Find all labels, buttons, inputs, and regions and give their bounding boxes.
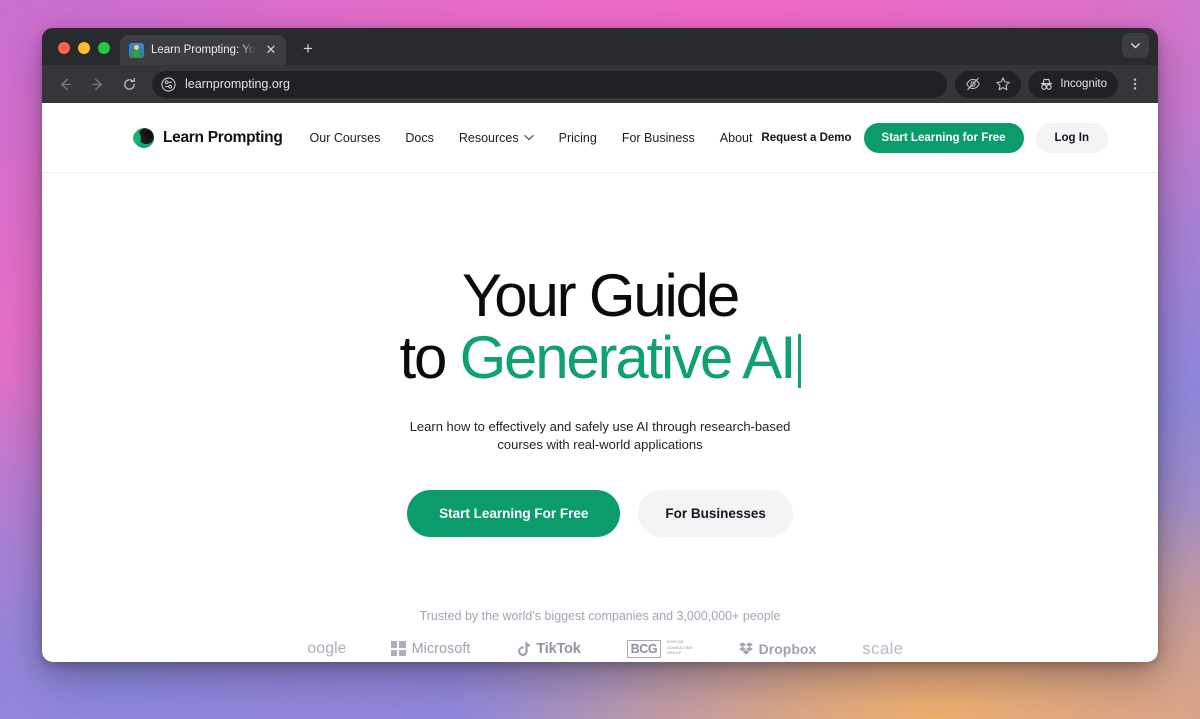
arrow-right-icon	[91, 78, 102, 90]
bcg-subtext-line-2: CONSULTING	[667, 645, 693, 650]
address-bar[interactable]: learnprompting.org	[152, 70, 948, 98]
nav-item-label: Docs	[405, 130, 434, 145]
bcg-subtext-line-1: BOSTON	[667, 640, 684, 645]
maximize-window-button[interactable]	[98, 42, 110, 54]
incognito-icon	[1041, 78, 1053, 90]
request-demo-link[interactable]: Request a Demo	[761, 132, 851, 144]
kebab-menu-icon	[1133, 78, 1137, 90]
hero-subtitle: Learn how to effectively and safely use …	[42, 418, 1158, 455]
tracking-protection-button[interactable]	[958, 69, 988, 99]
nav-item-pricing[interactable]: Pricing	[559, 131, 597, 145]
browser-menu-button[interactable]	[1120, 69, 1150, 99]
browser-window: Learn Prompting: Your Guide ✕ +	[42, 28, 1158, 662]
chevron-down-icon	[523, 134, 534, 141]
google-logo: oogle	[297, 639, 345, 658]
hero-for-businesses-button[interactable]: For Businesses	[638, 489, 793, 537]
reload-icon	[123, 77, 135, 90]
trusted-caption: Trusted by the world's biggest companies…	[419, 608, 781, 623]
typing-caret	[797, 334, 801, 389]
incognito-label: Incognito	[1060, 78, 1107, 90]
customer-logo-strip: oogle Microsoft TikTok BCG BOSTON CONSUL…	[42, 639, 1158, 659]
close-window-button[interactable]	[58, 42, 70, 54]
nav-item-resources[interactable]: Resources	[459, 131, 534, 145]
learn-prompting-favicon	[129, 42, 144, 58]
nav-item-label: Pricing	[558, 130, 597, 145]
hero-line-1: Your Guide	[461, 262, 740, 329]
tab-search-button[interactable]	[1122, 33, 1149, 58]
hero-cta-row: Start Learning For Free For Businesses	[42, 489, 1158, 537]
nav-item-label: For Business	[621, 130, 695, 145]
hero-start-learning-button[interactable]: Start Learning For Free	[407, 489, 621, 537]
chevron-down-icon	[1131, 43, 1140, 49]
star-icon	[996, 77, 1011, 91]
nav-item-docs[interactable]: Docs	[405, 131, 433, 145]
google-logo-text: oogle	[307, 639, 345, 657]
arrow-left-icon	[60, 78, 71, 90]
tab-title: Learn Prompting: Your Guide	[151, 44, 256, 56]
learn-prompting-logo	[133, 127, 154, 148]
nav-actions: Request a Demo Start Learning for Free L…	[761, 122, 1108, 153]
url-text: learnprompting.org	[185, 77, 290, 91]
hero-section: Your Guide to Generative AI Learn how to…	[42, 173, 1158, 659]
bcg-logo-subtext: BOSTON CONSULTING GROUP	[667, 640, 693, 657]
hero-subtitle-line-2: courses with real-world applications	[497, 437, 703, 453]
nav-item-about[interactable]: About	[720, 131, 753, 145]
microsoft-squares-icon	[390, 641, 406, 657]
brand-name: Learn Prompting	[163, 128, 283, 146]
toolbar-icon-group	[955, 69, 1022, 99]
nav-item-for-business[interactable]: For Business	[622, 131, 695, 145]
window-controls	[54, 42, 120, 65]
microsoft-logo-text: Microsoft	[411, 640, 471, 657]
nav-item-label: Resources	[458, 130, 519, 145]
microsoft-logo: Microsoft	[390, 640, 471, 657]
scale-logo-text: scale	[862, 638, 904, 658]
eye-slash-icon	[966, 77, 981, 91]
nav-item-label: Our Courses	[309, 130, 381, 145]
tiktok-logo: TikTok	[516, 640, 581, 657]
minimize-window-button[interactable]	[78, 42, 90, 54]
nav-item-label: About	[719, 130, 753, 145]
browser-tab[interactable]: Learn Prompting: Your Guide ✕	[120, 35, 286, 65]
reload-button[interactable]	[114, 69, 144, 99]
dropbox-box-icon	[738, 642, 753, 655]
tiktok-logo-text: TikTok	[536, 640, 581, 657]
back-button[interactable]	[50, 69, 80, 99]
scale-logo: scale	[862, 639, 903, 659]
login-button[interactable]: Log In	[1035, 122, 1108, 153]
primary-nav: Our Courses Docs Resources Pricing For B…	[310, 131, 753, 145]
tiktok-note-icon	[518, 641, 531, 656]
site-settings-icon[interactable]	[161, 76, 176, 92]
browser-toolbar: learnprompting.org Incognito	[42, 65, 1158, 103]
incognito-indicator[interactable]: Incognito	[1028, 70, 1118, 98]
nav-start-learning-button[interactable]: Start Learning for Free	[863, 122, 1024, 153]
forward-button[interactable]	[82, 69, 112, 99]
close-tab-button[interactable]: ✕	[263, 42, 279, 58]
dropbox-logo-text: Dropbox	[758, 640, 817, 657]
bcg-logo: BCG BOSTON CONSULTING GROUP	[626, 639, 693, 658]
brand-logo-link[interactable]: Learn Prompting	[133, 127, 283, 148]
nav-item-our-courses[interactable]: Our Courses	[310, 131, 381, 145]
bookmark-button[interactable]	[988, 69, 1018, 99]
dropbox-logo: Dropbox	[738, 640, 817, 657]
new-tab-button[interactable]: +	[294, 35, 322, 63]
bcg-logo-text: BCG	[626, 639, 662, 658]
hero-line-2-prefix: to	[399, 324, 460, 392]
page-title: Your Guide to Generative AI	[42, 262, 1158, 392]
site-navbar: Learn Prompting Our Courses Docs Resourc…	[42, 103, 1158, 173]
toolbar-actions: Incognito	[955, 69, 1150, 99]
hero-subtitle-line-1: Learn how to effectively and safely use …	[409, 418, 791, 434]
tab-strip: Learn Prompting: Your Guide ✕ +	[42, 28, 1158, 65]
hero-line-2-highlight: Generative AI	[459, 324, 797, 392]
page-viewport: Learn Prompting Our Courses Docs Resourc…	[42, 103, 1158, 662]
bcg-subtext-line-3: GROUP	[667, 651, 682, 656]
